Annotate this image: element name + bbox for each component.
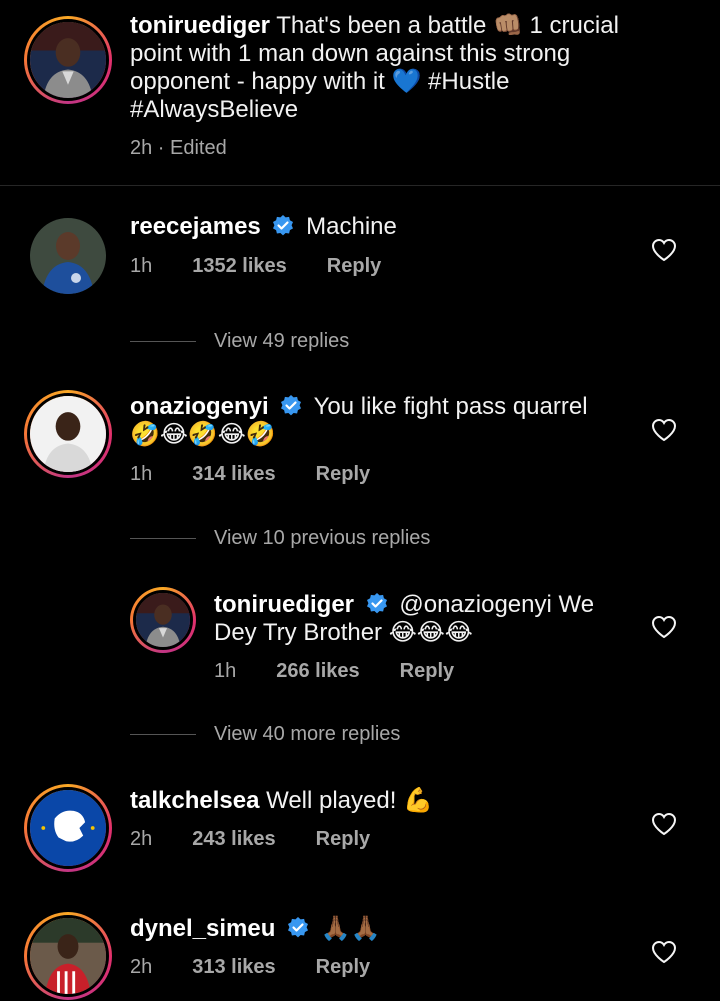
reply-text-toniruediger: toniruediger @onaziogenyi We Dey Try Bro… (214, 591, 634, 647)
lion-logo-icon (30, 790, 106, 866)
caption-time-edited: 2h · Edited (130, 137, 227, 159)
comment-body: Well played! 💪 (266, 787, 433, 814)
verified-badge-icon (288, 917, 309, 938)
reply-likes[interactable]: 266 likes (276, 660, 359, 683)
view-previous-label[interactable]: View 10 previous replies (214, 527, 430, 550)
reecejames-avatar-image (30, 218, 106, 294)
onaziogenyi-avatar-image (30, 396, 106, 472)
comment-username[interactable]: dynel_simeu (130, 915, 275, 942)
like-heart-icon[interactable] (651, 615, 677, 639)
comment-time: 1h (130, 463, 153, 485)
comment-meta-reecejames: 1h 1352 likes Reply (130, 255, 381, 278)
comment-meta-dynel-simeu: 2h 313 likes Reply (130, 956, 370, 979)
reply-meta-toniruediger: 1h 266 likes Reply (214, 660, 454, 683)
reply-time: 1h (214, 660, 237, 682)
reply-button[interactable]: Reply (316, 828, 370, 851)
view-replies-label[interactable]: View 49 replies (214, 330, 349, 353)
like-heart-icon[interactable] (651, 812, 677, 836)
verified-badge-icon (366, 593, 387, 614)
verified-badge-icon (273, 215, 294, 236)
comment-likes[interactable]: 243 likes (192, 828, 275, 851)
comment-likes[interactable]: 314 likes (192, 463, 275, 486)
comment-meta-talkchelsea: 2h 243 likes Reply (130, 828, 370, 851)
comment-likes[interactable]: 1352 likes (192, 255, 287, 278)
caption-text: toniruediger That's been a battle 👊🏽 1 c… (130, 12, 650, 124)
comment-body: Machine (306, 213, 397, 240)
reply-avatar-toniruediger[interactable] (130, 587, 196, 653)
view-replies-line (130, 734, 196, 735)
comment-avatar-dynel-simeu[interactable] (24, 912, 112, 1000)
comment-time: 2h (130, 956, 153, 978)
comment-username[interactable]: talkchelsea (130, 787, 259, 814)
verified-badge-icon (281, 395, 302, 416)
caption-meta: 2h · Edited (130, 137, 227, 160)
view-more-replies[interactable]: View 40 more replies (130, 723, 400, 746)
comment-likes[interactable]: 313 likes (192, 956, 275, 979)
comment-time: 2h (130, 828, 153, 850)
reply-button[interactable]: Reply (327, 255, 381, 278)
caption-divider (0, 185, 720, 186)
caption-avatar[interactable] (24, 16, 112, 104)
comment-text-dynel-simeu: dynel_simeu 🙏🏾🙏🏾 (130, 915, 610, 943)
comment-time: 1h (130, 255, 153, 277)
view-replies-line (130, 341, 196, 342)
comment-avatar-reecejames[interactable] (30, 218, 106, 294)
comment-text-reecejames: reecejames Machine (130, 213, 610, 241)
comment-avatar-onaziogenyi[interactable] (24, 390, 112, 478)
reply-button[interactable]: Reply (316, 956, 370, 979)
comment-body: 🙏🏾🙏🏾 (320, 915, 381, 942)
toniruediger-avatar-image (30, 22, 106, 98)
dynel-simeu-avatar-image (30, 918, 106, 994)
like-heart-icon[interactable] (651, 238, 677, 262)
view-replies-line (130, 538, 196, 539)
view-replies-reecejames[interactable]: View 49 replies (130, 330, 349, 353)
like-heart-icon[interactable] (651, 940, 677, 964)
toniruediger-avatar-image (136, 593, 190, 647)
comment-text-talkchelsea: talkchelsea Well played! 💪 (130, 787, 610, 815)
comment-avatar-talkchelsea[interactable] (24, 784, 112, 872)
comment-username[interactable]: onaziogenyi (130, 393, 269, 420)
like-heart-icon[interactable] (651, 418, 677, 442)
comment-username[interactable]: reecejames (130, 213, 261, 240)
comment-text-onaziogenyi: onaziogenyi You like fight pass quarrel … (130, 393, 620, 449)
caption-username[interactable]: toniruediger (130, 12, 270, 39)
reply-button[interactable]: Reply (316, 463, 370, 486)
reply-username[interactable]: toniruediger (214, 591, 354, 618)
view-previous-replies[interactable]: View 10 previous replies (130, 527, 430, 550)
view-more-label[interactable]: View 40 more replies (214, 723, 400, 746)
reply-button[interactable]: Reply (400, 660, 454, 683)
comment-meta-onaziogenyi: 1h 314 likes Reply (130, 463, 370, 486)
